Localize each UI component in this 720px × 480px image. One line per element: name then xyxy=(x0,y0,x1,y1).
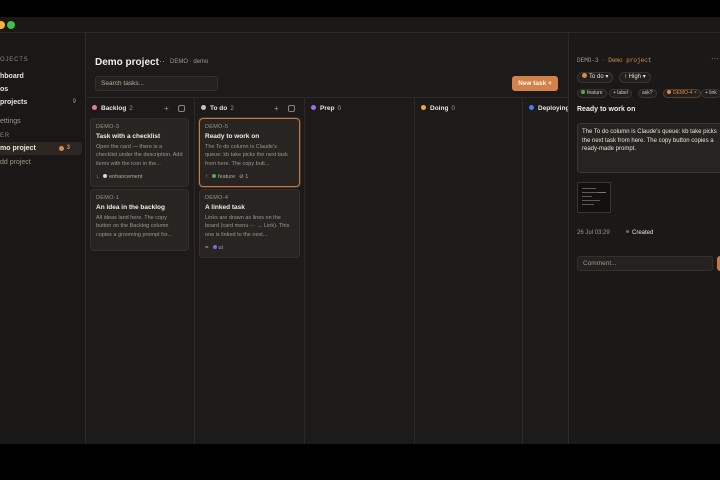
card-meta: ↓ enhancement xyxy=(96,173,183,181)
board-area: Demo project ··· DEMO · demo New task + … xyxy=(86,33,569,444)
task-card[interactable]: DEMO-1 An idea in the backlog All ideas … xyxy=(90,189,189,251)
add-link-button[interactable]: + link xyxy=(701,89,720,98)
task-card[interactable]: DEMO-3 Task with a checklist Open the ca… xyxy=(90,118,189,187)
chevron-down-icon: ▾ xyxy=(605,74,609,80)
card-description: Links are drawn as lines on the board (c… xyxy=(205,215,290,238)
minimize-button[interactable] xyxy=(0,21,5,29)
activity-date: 26 Jul 03:29 xyxy=(577,230,610,236)
project-menu-icon[interactable]: ··· xyxy=(156,56,165,66)
sidebar-item-add-project[interactable]: dd project xyxy=(0,156,82,169)
label-color-dot xyxy=(212,245,217,249)
task-description[interactable]: The To do column is Claude's queue: kb t… xyxy=(577,123,720,173)
column-todo: To do 2 + DEMO-5 Ready to work on The To … xyxy=(195,98,305,444)
card-description: All ideas land here. The copy button on … xyxy=(96,215,172,238)
more-menu-icon[interactable]: ··· xyxy=(711,54,719,63)
card-id: DEMO-4 xyxy=(205,195,229,201)
priority-high-icon: ↑ xyxy=(624,74,627,80)
task-detail-panel: DEMO-3 · Demo project ··· To do ▾ ↑ High ▾… xyxy=(568,33,720,444)
column-header: Doing 0 xyxy=(421,103,455,115)
screen-bottom-bar xyxy=(0,444,720,480)
breadcrumb: DEMO · demo xyxy=(170,59,209,65)
add-label-button[interactable]: + label xyxy=(609,89,632,98)
task-title[interactable]: Ready to work on xyxy=(577,106,635,113)
maximize-button[interactable] xyxy=(7,21,15,29)
tag-ask[interactable]: ask? xyxy=(638,89,657,98)
column-color-dot xyxy=(92,105,97,110)
label-badge: enhancement xyxy=(103,174,142,180)
card-description: Open the card — there is a checklist und… xyxy=(96,144,183,167)
project-color-dot xyxy=(59,146,64,151)
priority-high-icon: ↑ xyxy=(205,174,208,180)
column-color-dot xyxy=(529,105,534,110)
link-icon: ⊘ xyxy=(239,174,244,180)
card-meta: ↑ feature ⊘ 1 xyxy=(205,173,294,181)
label-color-dot xyxy=(581,90,585,94)
column-deploying: Deploying xyxy=(523,98,569,444)
card-title: An idea in the backlog xyxy=(96,204,165,211)
projects-count: 9 xyxy=(72,99,76,105)
card-id: DEMO-1 xyxy=(96,195,120,201)
add-card-icon[interactable]: + xyxy=(274,103,279,115)
activity-dot xyxy=(626,230,629,233)
sidebar-heading-projects: OJECTS xyxy=(0,57,29,63)
label-badge: feature xyxy=(212,174,235,180)
label-color-dot xyxy=(103,174,107,178)
label-feature[interactable]: feature xyxy=(577,89,607,98)
card-title: Ready to work on xyxy=(205,133,260,140)
card-id: DEMO-3 xyxy=(96,124,120,130)
app-window: OJECTS hboard os projects 9 ettings ER mo… xyxy=(0,17,720,444)
priority-low-icon: ↓ xyxy=(96,174,99,180)
column-header: Prep 0 xyxy=(311,103,341,115)
sidebar-heading-pinned: ER xyxy=(0,133,10,139)
sidebar-item-all-projects[interactable]: projects 9 xyxy=(0,96,82,109)
link-count: ⊘ 1 xyxy=(239,174,249,180)
project-task-count: 3 xyxy=(66,145,70,151)
chevron-down-icon: ▾ xyxy=(642,74,646,80)
window-titlebar xyxy=(0,17,720,33)
comment-input[interactable] xyxy=(577,256,713,271)
column-backlog: Backlog 2 + DEMO-3 Task with a checklist … xyxy=(86,98,195,444)
card-title: A linked task xyxy=(205,204,245,211)
column-doing: Doing 0 xyxy=(415,98,523,444)
attachment-thumbnail[interactable] xyxy=(577,182,611,213)
status-select[interactable]: To do ▾ xyxy=(577,72,614,83)
label-color-dot xyxy=(212,174,216,178)
task-card-selected[interactable]: DEMO-5 Ready to work on The To do column… xyxy=(199,118,300,187)
sidebar-item-todos[interactable]: os xyxy=(0,83,82,96)
column-prep: Prep 0 xyxy=(305,98,415,444)
activity-event: Created xyxy=(626,230,653,236)
task-card[interactable]: DEMO-4 A linked task Links are drawn as … xyxy=(199,189,300,258)
priority-medium-icon: = xyxy=(205,245,209,251)
status-color-dot xyxy=(582,73,587,78)
card-title: Task with a checklist xyxy=(96,133,161,140)
column-color-dot xyxy=(421,105,426,110)
column-header: To do 2 xyxy=(201,103,234,115)
card-id: DEMO-5 xyxy=(205,124,229,130)
sidebar-item-dashboard[interactable]: hboard xyxy=(0,70,82,83)
copy-prompt-icon[interactable] xyxy=(288,105,295,112)
priority-select[interactable]: ↑ High ▾ xyxy=(619,72,651,83)
copy-prompt-icon[interactable] xyxy=(178,105,185,112)
label-badge: ui xyxy=(212,245,223,251)
sidebar: OJECTS hboard os projects 9 ettings ER mo… xyxy=(0,33,86,444)
task-breadcrumb: DEMO-3 · Demo project xyxy=(577,57,652,64)
linked-task-dot xyxy=(667,90,671,94)
sidebar-item-demo-project[interactable]: mo project 3 xyxy=(0,142,82,155)
screen-top-bar xyxy=(0,0,720,17)
column-header: Deploying xyxy=(529,103,569,115)
card-meta: = ui xyxy=(205,244,294,252)
linked-task-chip[interactable]: DEMO-4 × xyxy=(663,89,701,98)
add-card-icon[interactable]: + xyxy=(164,103,169,115)
column-header: Backlog 2 xyxy=(92,103,133,115)
page-title: Demo project xyxy=(95,57,159,68)
sidebar-item-settings[interactable]: ettings xyxy=(0,115,82,128)
column-color-dot xyxy=(201,105,206,110)
card-description: The To do column is Claude's queue: kb t… xyxy=(205,144,288,167)
column-color-dot xyxy=(311,105,316,110)
new-task-button[interactable]: New task + xyxy=(512,76,558,91)
search-input[interactable] xyxy=(95,76,218,91)
